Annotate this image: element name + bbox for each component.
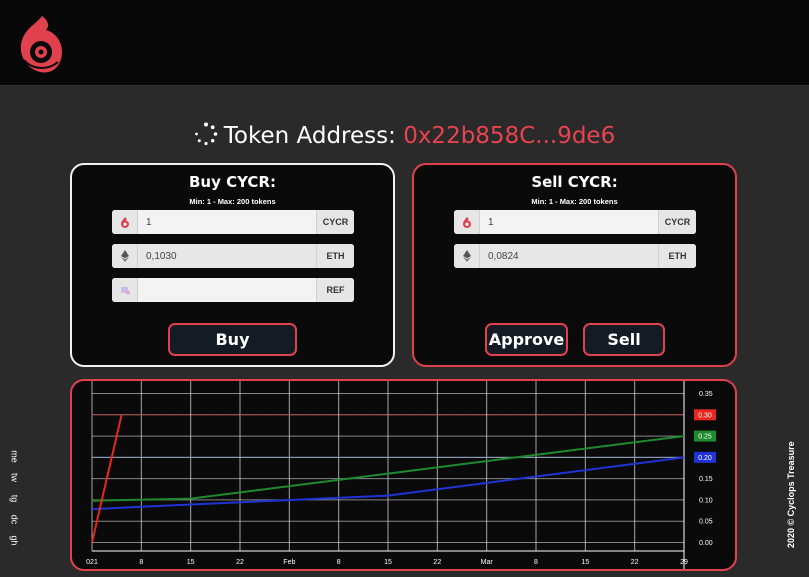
sell-receive-field[interactable]: 0,0824 ETH <box>454 244 696 268</box>
sell-button[interactable]: Sell <box>583 323 665 356</box>
social-link-tw[interactable]: tw <box>4 468 25 488</box>
sell-receive-value: 0,0824 <box>480 244 658 268</box>
y-tick-label: 0.00 <box>699 540 713 547</box>
top-bar <box>0 0 809 86</box>
y-tick-label: 0.05 <box>699 519 713 526</box>
price-chart[interactable]: 02181522Feb81522Mar81522290.000.050.100.… <box>72 381 735 569</box>
buy-ref-input[interactable] <box>138 278 316 302</box>
buy-cost-value: 0,1030 <box>138 244 316 268</box>
y-tick-label: 0.10 <box>699 497 713 504</box>
x-tick-label: 22 <box>236 559 244 566</box>
y-tick-label: 0.35 <box>699 391 713 398</box>
social-link-tg[interactable]: tg <box>4 489 25 509</box>
buy-amount-field[interactable]: 1 CYCR <box>112 210 354 234</box>
cyclops-token-icon <box>454 210 480 234</box>
sell-amount-value[interactable]: 1 <box>480 210 658 234</box>
y-tick-label: 0.15 <box>699 476 713 483</box>
approve-button[interactable]: Approve <box>485 323 568 356</box>
buy-amount-value[interactable]: 1 <box>138 210 316 234</box>
cyclops-token-icon <box>112 210 138 234</box>
copyright-text: 2020 © Cyclops Treasure <box>786 441 796 548</box>
token-address-label: Token Address: <box>223 123 396 149</box>
x-tick-label: 22 <box>631 559 639 566</box>
referral-icon <box>112 278 138 302</box>
ethereum-icon <box>454 244 480 268</box>
buy-ref-field[interactable]: REF <box>112 278 354 302</box>
loading-spinner-icon <box>194 122 218 146</box>
buy-panel: Buy CYCR: Min: 1 - Max: 200 tokens 1 CYC… <box>70 163 395 367</box>
x-tick-label: 8 <box>337 559 341 566</box>
x-tick-label: 15 <box>384 559 392 566</box>
price-badge-label: 0.30 <box>698 412 712 419</box>
sell-panel: Sell CYCR: Min: 1 - Max: 200 tokens 1 CY… <box>412 163 737 367</box>
x-tick-label: 15 <box>581 559 589 566</box>
sell-limits: Min: 1 - Max: 200 tokens <box>531 197 618 206</box>
sell-receive-suffix: ETH <box>658 244 696 268</box>
sell-amount-suffix: CYCR <box>658 210 696 234</box>
cyclops-logo[interactable] <box>16 14 64 76</box>
sell-amount-field[interactable]: 1 CYCR <box>454 210 696 234</box>
buy-cost-field[interactable]: 0,1030 ETH <box>112 244 354 268</box>
buy-cost-suffix: ETH <box>316 244 354 268</box>
price-badge-label: 0.25 <box>698 434 712 441</box>
x-tick-label: 8 <box>139 559 143 566</box>
buy-limits: Min: 1 - Max: 200 tokens <box>189 197 276 206</box>
buy-amount-suffix: CYCR <box>316 210 354 234</box>
buy-ref-suffix: REF <box>316 278 354 302</box>
x-tick-label: 22 <box>433 559 441 566</box>
x-tick-label: Feb <box>283 559 295 566</box>
social-link-dc[interactable]: dc <box>4 510 25 530</box>
x-tick-label: 8 <box>534 559 538 566</box>
ethereum-icon <box>112 244 138 268</box>
x-tick-label: 15 <box>187 559 195 566</box>
price-chart-panel: 02181522Feb81522Mar81522290.000.050.100.… <box>70 379 737 571</box>
social-link-me[interactable]: me <box>4 447 25 467</box>
x-tick-label: 021 <box>86 559 98 566</box>
buy-title: Buy CYCR: <box>188 173 276 191</box>
token-address-row: Token Address: 0x22b858C...9de6 <box>0 122 809 149</box>
sell-title: Sell CYCR: <box>531 173 618 191</box>
price-badge-label: 0.20 <box>698 455 712 462</box>
token-address-link[interactable]: 0x22b858C...9de6 <box>403 123 615 149</box>
x-tick-label: Mar <box>481 559 494 566</box>
social-link-gh[interactable]: gh <box>4 531 25 551</box>
buy-button[interactable]: Buy <box>168 323 297 356</box>
social-links: me tw tg dc gh <box>4 446 24 551</box>
